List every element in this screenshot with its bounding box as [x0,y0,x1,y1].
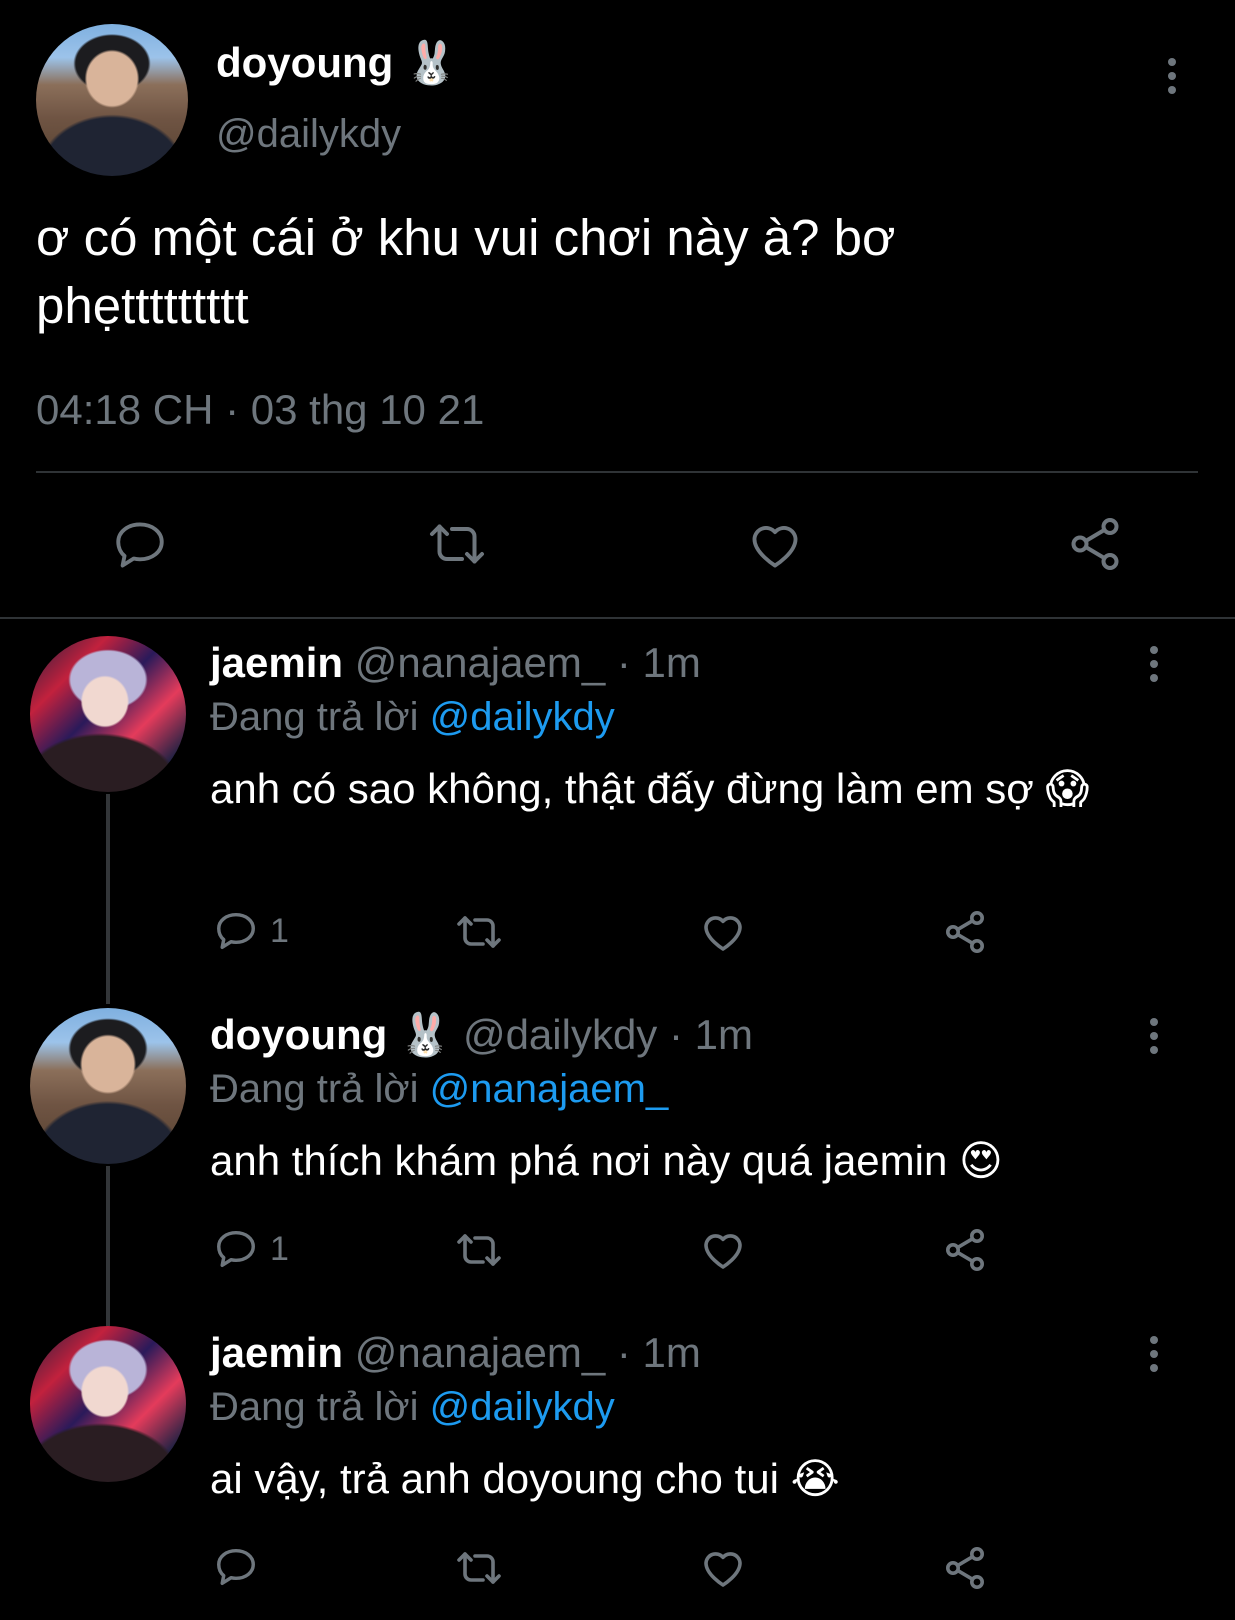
like-icon [752,526,798,568]
tweet-text: anh thích khám phá nơi này quá jaemin 😍 [210,1137,1003,1184]
more-icon[interactable] [1148,646,1160,682]
handle-time[interactable]: @nanajaem_ · 1m [355,1329,701,1376]
like-button[interactable] [744,516,806,574]
share-button[interactable] [940,1544,990,1592]
share-button[interactable] [940,908,990,956]
share-icon [946,911,984,953]
author-name[interactable]: doyoung 🐰 [216,38,457,88]
author-name[interactable]: doyoung 🐰 [210,1011,451,1058]
reply-count: 1 [270,911,289,950]
tweet-timestamp: 04:18 CH · 03 thg 10 21 [36,386,485,433]
retweet-icon [430,524,484,564]
avatar[interactable] [30,1008,186,1164]
author-handle[interactable]: @dailykdy [216,110,401,158]
like-icon [704,1234,742,1269]
mention-link[interactable]: @dailykdy [430,1385,615,1429]
divider [36,471,1198,473]
tweet-text: ơ có một cái ở khu vui chơi này à? bơ ph… [36,209,896,334]
avatar[interactable] [30,636,186,792]
reply-button[interactable] [110,516,170,574]
reply-button[interactable]: 1 [212,1226,289,1272]
replying-to: Đang trả lời @nanajaem_ [210,1067,669,1111]
share-icon [946,1229,984,1271]
avatar[interactable] [30,1326,186,1482]
replying-to: Đang trả lời @dailykdy [210,695,615,739]
retweet-icon [457,1552,501,1584]
reply-icon [217,912,255,950]
mention-link[interactable]: @nanajaem_ [430,1067,669,1111]
retweet-button[interactable] [452,1226,506,1274]
like-icon [704,1552,742,1587]
reply-icon [217,1230,255,1268]
retweet-icon [457,1234,501,1266]
mention-link[interactable]: @dailykdy [430,695,615,739]
handle-time[interactable]: @nanajaem_ · 1m [355,639,701,686]
reply-icon [217,1548,255,1586]
like-icon [704,916,742,951]
more-icon[interactable] [1166,58,1178,94]
replying-to: Đang trả lời @dailykdy [210,1385,615,1429]
reply-button[interactable]: 1 [212,908,289,954]
more-icon[interactable] [1148,1336,1160,1372]
like-button[interactable] [698,908,748,956]
thread-line [106,794,110,1004]
retweet-button[interactable] [424,514,490,574]
tweet-text: ai vậy, trả anh doyoung cho tui 😭 [210,1455,840,1502]
reply-count: 1 [270,1229,289,1268]
avatar[interactable] [36,24,188,176]
reply-header: jaemin @nanajaem_ · 1m [210,1328,701,1378]
share-icon [1071,518,1119,570]
like-button[interactable] [698,1544,748,1592]
divider [0,617,1235,619]
reply-icon [116,522,164,568]
reply-header: doyoung 🐰 @dailykdy · 1m [210,1010,753,1060]
share-button[interactable] [1064,514,1126,574]
author-name[interactable]: jaemin [210,639,343,686]
retweet-button[interactable] [452,908,506,956]
share-button[interactable] [940,1226,990,1274]
reply-button[interactable] [212,1544,270,1590]
like-button[interactable] [698,1226,748,1274]
more-icon[interactable] [1148,1018,1160,1054]
handle-time[interactable]: @dailykdy · 1m [463,1011,753,1058]
reply-header: jaemin @nanajaem_ · 1m [210,638,701,688]
thread-line [106,1166,110,1326]
tweet-text: anh có sao không, thật đấy đừng làm em s… [210,765,1090,812]
share-icon [946,1547,984,1589]
retweet-icon [457,916,501,948]
retweet-button[interactable] [452,1544,506,1592]
author-name[interactable]: jaemin [210,1329,343,1376]
